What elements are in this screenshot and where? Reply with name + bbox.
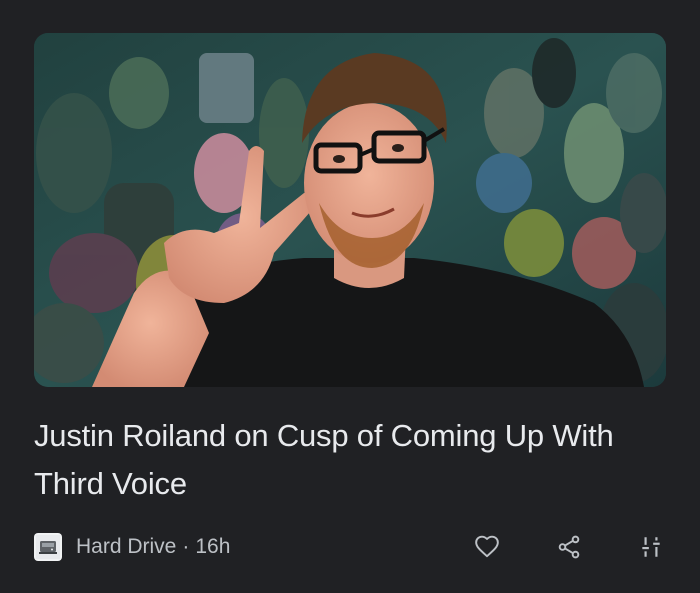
more-options-button[interactable] — [633, 529, 669, 565]
share-button[interactable] — [551, 529, 587, 565]
tune-sliders-icon — [642, 537, 660, 557]
hard-drive-logo-icon — [34, 533, 62, 561]
article-age: 16h — [195, 535, 231, 558]
share-icon — [558, 535, 580, 559]
heart-icon — [475, 535, 499, 558]
article-headline[interactable]: Justin Roiland on Cusp of Coming Up With… — [34, 412, 664, 508]
article-thumbnail[interactable] — [34, 33, 666, 387]
article-meta: Hard Drive · 16h — [34, 529, 230, 565]
source-name[interactable]: Hard Drive — [76, 535, 176, 559]
news-card: Justin Roiland on Cusp of Coming Up With… — [0, 0, 700, 593]
thumbnail-image — [34, 33, 666, 387]
meta-separator: · — [182, 535, 190, 558]
like-button[interactable] — [469, 529, 505, 565]
